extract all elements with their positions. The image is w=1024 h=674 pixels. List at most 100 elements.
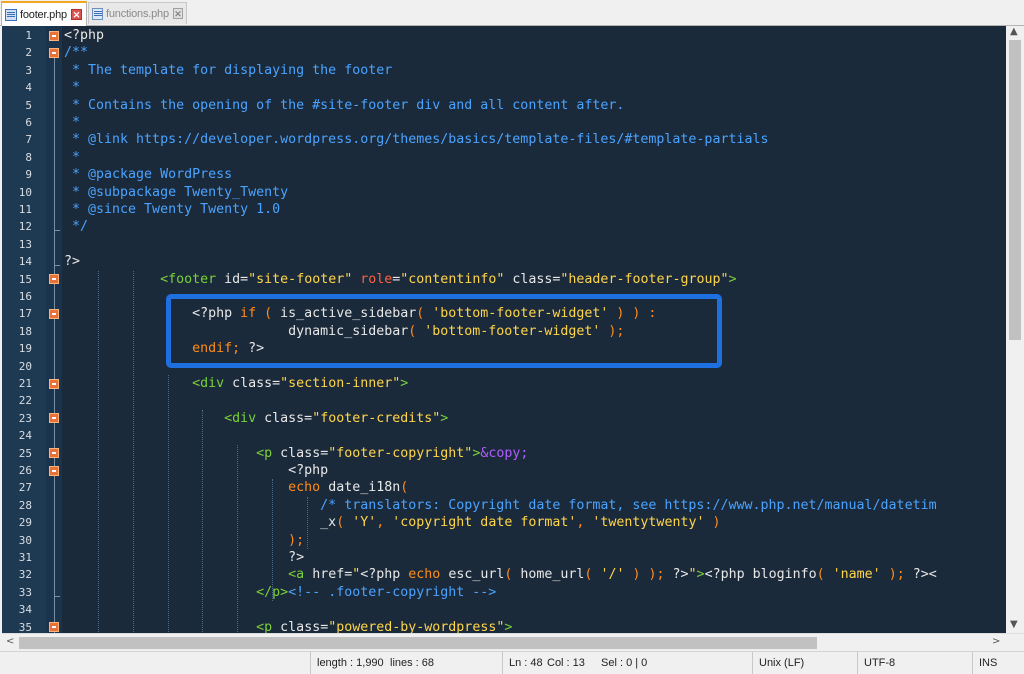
status-encoding[interactable]: UTF-8 <box>857 652 895 674</box>
code-line[interactable]: <a href="<?php echo esc_url( home_url( '… <box>64 566 937 583</box>
php-file-icon <box>5 8 17 21</box>
line-number: 10 <box>18 185 32 199</box>
line-number: 20 <box>18 359 32 373</box>
code-line[interactable]: <div class="section-inner"> <box>64 375 408 392</box>
fold-toggle-icon[interactable] <box>49 378 59 389</box>
fold-toggle-icon[interactable] <box>49 465 59 476</box>
code-token: 'Y' <box>352 515 377 531</box>
fold-toggle-icon[interactable] <box>49 30 59 41</box>
status-lines: lines : 68 <box>390 657 435 669</box>
code-token: <p <box>256 619 281 633</box>
line-number: 30 <box>18 533 32 547</box>
code-token: > <box>440 410 449 426</box>
fold-toggle-icon[interactable] <box>49 274 59 285</box>
code-line[interactable]: * <box>64 114 80 131</box>
code-editor[interactable]: <?php /** * The template for displaying t… <box>2 26 1006 633</box>
code-token: <a <box>288 567 313 583</box>
status-eol[interactable]: Unix (LF) <box>752 652 804 674</box>
code-token: ); <box>880 567 913 583</box>
line-number: 19 <box>18 342 32 356</box>
code-line[interactable]: * @link https://developer.wordpress.org/… <box>64 131 768 148</box>
code-token: date_i18n <box>328 480 401 496</box>
line-number: 18 <box>18 324 32 338</box>
scroll-down-icon[interactable]: ▼ <box>1010 619 1018 630</box>
code-line[interactable]: */ <box>64 218 88 235</box>
code-token: ) <box>704 515 721 531</box>
line-number: 32 <box>18 568 32 582</box>
code-line[interactable]: _x( 'Y', 'copyright date format', 'twent… <box>64 514 720 531</box>
tab-functions-php[interactable]: functions.php ✕ <box>88 2 187 24</box>
fold-toggle-icon[interactable] <box>49 47 59 58</box>
code-line[interactable]: * <box>64 79 80 96</box>
code-token: ?> <box>64 254 81 270</box>
code-token: /* translators: Copyright date format, s… <box>64 497 937 513</box>
code-line[interactable]: <?php <box>64 462 328 479</box>
code-line[interactable]: <div class="footer-credits"> <box>64 410 448 427</box>
code-line[interactable]: ?> <box>64 253 80 270</box>
fold-toggle-icon[interactable] <box>49 622 59 633</box>
code-line[interactable]: * Contains the opening of the #site-foot… <box>64 97 624 114</box>
code-token: home_url <box>520 567 585 583</box>
code-line[interactable]: /* translators: Copyright date format, s… <box>64 497 937 514</box>
code-line[interactable]: ); <box>64 532 304 549</box>
code-line[interactable]: * <box>64 149 80 166</box>
indent-guide <box>98 270 99 633</box>
close-tab-icon[interactable]: ✕ <box>172 8 183 19</box>
line-number: 15 <box>18 272 32 286</box>
horizontal-scroll-thumb[interactable] <box>19 637 817 649</box>
code-token: echo <box>64 480 329 496</box>
code-token: id= <box>224 271 249 287</box>
line-number: 7 <box>25 133 32 147</box>
code-line[interactable]: /** <box>64 44 88 61</box>
line-number: 22 <box>18 394 32 408</box>
code-token: ( <box>400 480 409 496</box>
scroll-up-icon[interactable]: ▲ <box>1010 26 1018 37</box>
code-line[interactable]: * @since Twenty Twenty 1.0 <box>64 201 280 218</box>
status-sel: Sel : 0 | 0 <box>601 657 648 669</box>
code-line[interactable]: </p><!-- .footer-copyright --> <box>64 584 496 601</box>
fold-toggle-icon[interactable] <box>49 308 59 319</box>
code-token: class= <box>280 619 329 633</box>
code-line[interactable]: ?> <box>64 549 304 566</box>
code-line[interactable]: * @subpackage Twenty_Twenty <box>64 184 288 201</box>
fold-toggle-icon[interactable] <box>49 413 59 424</box>
tab-footer-php[interactable]: footer.php ✕ <box>1 1 87 26</box>
php-file-icon <box>92 7 104 20</box>
code-token: echo <box>408 567 449 583</box>
scroll-left-icon[interactable]: < <box>6 636 14 647</box>
line-number: 34 <box>18 603 32 617</box>
code-line[interactable]: <?php <box>64 27 104 44</box>
vertical-scroll-thumb[interactable] <box>1009 40 1021 340</box>
code-token: "contentinfo" <box>400 271 513 287</box>
code-token: * @package WordPress <box>64 167 233 183</box>
code-token: <div <box>192 376 233 391</box>
highlight-box <box>166 294 722 368</box>
indent-guide <box>237 444 238 633</box>
code-token: esc_url <box>448 567 505 583</box>
code-token: ( <box>816 567 833 583</box>
line-number: 21 <box>18 377 32 390</box>
code-token: ?>< <box>912 567 937 583</box>
code-line[interactable]: <footer id="site-footer" role="contentin… <box>64 271 736 288</box>
line-number: 23 <box>18 411 32 425</box>
code-token: role <box>360 271 393 287</box>
scroll-right-icon[interactable]: > <box>992 636 1000 647</box>
status-mode[interactable]: INS <box>972 652 997 674</box>
code-token: * <box>64 115 81 130</box>
vertical-scrollbar[interactable]: ▲ ▼ <box>1006 26 1024 633</box>
code-token: ( <box>584 567 601 583</box>
code-line[interactable]: <p class="powered-by-wordpress"> <box>64 619 512 633</box>
tab-label: footer.php <box>20 8 67 21</box>
fold-toggle-icon[interactable] <box>49 448 59 459</box>
code-line[interactable]: * The template for displaying the footer <box>64 62 392 79</box>
code-token: 'twentytwenty' <box>592 515 705 531</box>
code-token: "footer-copyright" <box>328 445 473 461</box>
horizontal-scrollbar[interactable]: < > <box>2 633 1024 651</box>
code-token: ) ); <box>624 567 673 583</box>
status-bar: length : 1,990 lines : 68 Ln : 48 Col : … <box>0 651 1024 674</box>
code-token: class= <box>280 445 329 461</box>
code-line[interactable]: * @package WordPress <box>64 166 232 183</box>
close-tab-icon[interactable]: ✕ <box>70 9 82 20</box>
